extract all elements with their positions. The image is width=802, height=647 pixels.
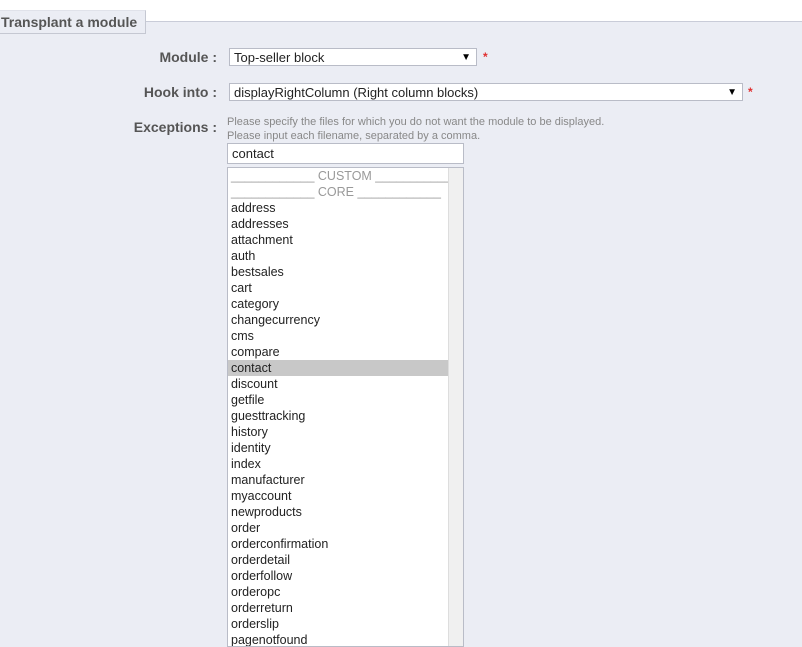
- list-separator: ____________ CUSTOM ____________: [231, 169, 459, 183]
- list-item[interactable]: category: [228, 296, 449, 312]
- list-item[interactable]: address: [228, 200, 449, 216]
- exceptions-listbox[interactable]: ____________ CUSTOM ____________ ________…: [227, 167, 464, 647]
- list-item[interactable]: contact: [228, 360, 449, 376]
- list-item[interactable]: changecurrency: [228, 312, 449, 328]
- listbox-scrollbar[interactable]: [448, 168, 463, 646]
- list-item[interactable]: discount: [228, 376, 449, 392]
- list-item[interactable]: compare: [228, 344, 449, 360]
- list-item[interactable]: orderopc: [228, 584, 449, 600]
- exceptions-label: Exceptions :: [133, 119, 217, 135]
- hook-required-marker: *: [748, 85, 753, 99]
- list-item[interactable]: orderreturn: [228, 600, 449, 616]
- list-item[interactable]: myaccount: [228, 488, 449, 504]
- list-item[interactable]: order: [228, 520, 449, 536]
- module-select-value: Top-seller block: [234, 50, 325, 65]
- list-item[interactable]: cms: [228, 328, 449, 344]
- hook-select-value: displayRightColumn (Right column blocks): [234, 85, 479, 100]
- hook-label: Hook into :: [143, 84, 217, 100]
- list-item[interactable]: orderfollow: [228, 568, 449, 584]
- exceptions-input[interactable]: contact: [227, 143, 464, 164]
- list-item[interactable]: orderslip: [228, 616, 449, 632]
- hook-select[interactable]: displayRightColumn (Right column blocks)…: [229, 83, 743, 101]
- list-item[interactable]: pagenotfound: [228, 632, 449, 646]
- list-item[interactable]: addresses: [228, 216, 449, 232]
- module-label: Module :: [159, 49, 217, 65]
- list-item[interactable]: manufacturer: [228, 472, 449, 488]
- list-item[interactable]: cart: [228, 280, 449, 296]
- list-item[interactable]: orderconfirmation: [228, 536, 449, 552]
- list-item[interactable]: newproducts: [228, 504, 449, 520]
- list-item[interactable]: index: [228, 456, 449, 472]
- module-select[interactable]: Top-seller block ▼: [229, 48, 477, 66]
- list-item[interactable]: bestsales: [228, 264, 449, 280]
- list-item[interactable]: getfile: [228, 392, 449, 408]
- list-item[interactable]: identity: [228, 440, 449, 456]
- chevron-down-icon: ▼: [727, 87, 737, 98]
- exceptions-options: ____________ CUSTOM ____________ ________…: [228, 168, 459, 646]
- list-item[interactable]: auth: [228, 248, 449, 264]
- list-item[interactable]: history: [228, 424, 449, 440]
- list-item[interactable]: orderdetail: [228, 552, 449, 568]
- list-item[interactable]: attachment: [228, 232, 449, 248]
- module-required-marker: *: [483, 50, 488, 64]
- list-separator: ____________ CORE ____________: [231, 185, 441, 199]
- chevron-down-icon: ▼: [461, 52, 471, 63]
- exceptions-hint-2: Please input each filename, separated by…: [227, 130, 481, 142]
- list-item[interactable]: guesttracking: [228, 408, 449, 424]
- exceptions-hint-1: Please specify the files for which you d…: [227, 116, 605, 128]
- fieldset-legend: Transplant a module: [0, 10, 147, 34]
